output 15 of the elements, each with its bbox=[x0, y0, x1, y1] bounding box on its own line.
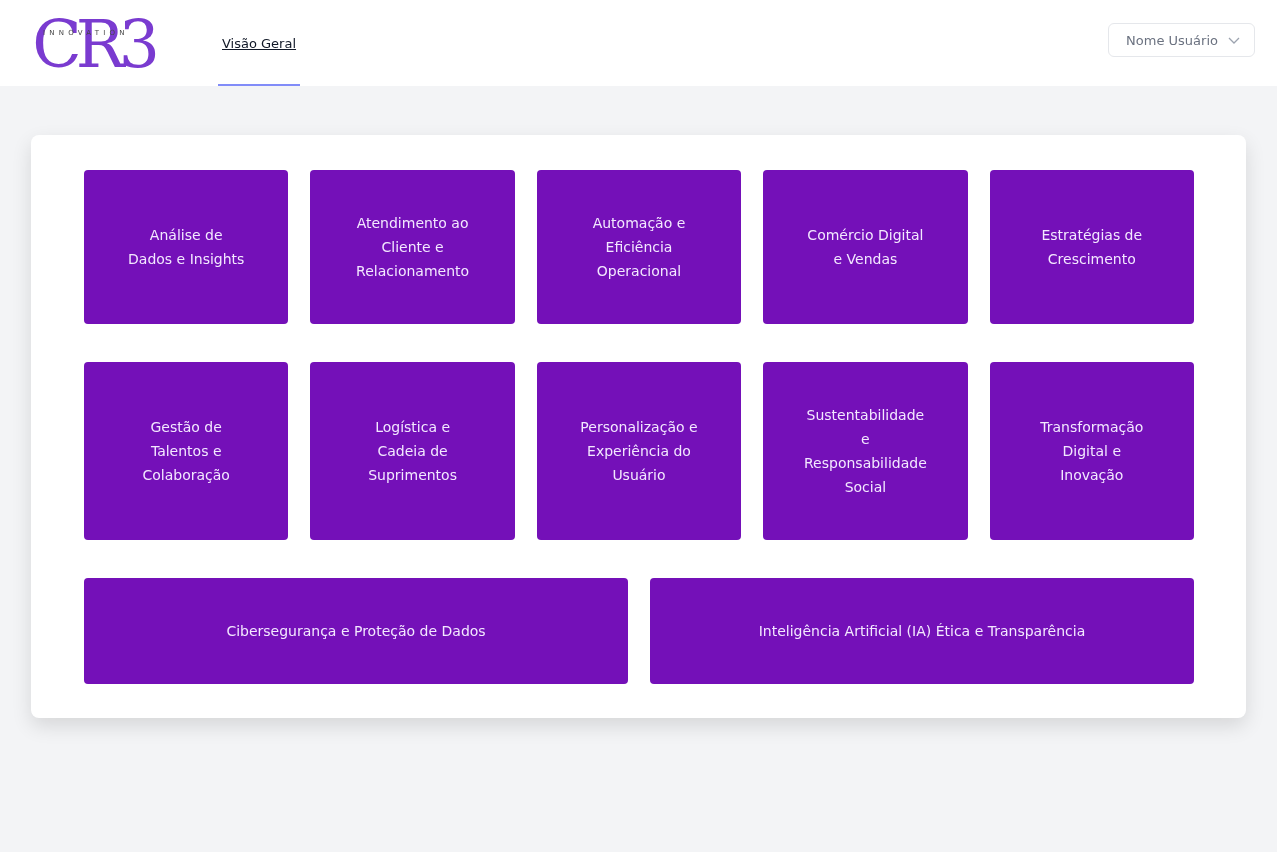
category-tile[interactable]: Análise de Dados e Insights bbox=[84, 170, 289, 324]
category-tile[interactable]: Inteligência Artificial (IA) Ética e Transparência bbox=[650, 578, 1194, 684]
category-tile[interactable]: Atendimento ao Cliente e Relacionamento bbox=[310, 170, 515, 324]
category-tile[interactable]: Personalização e Experiência do Usuário bbox=[536, 362, 742, 540]
category-tile[interactable]: Logística e Cadeia de Suprimentos bbox=[310, 362, 515, 540]
category-tile[interactable]: Transformação Digital e Inovação bbox=[989, 362, 1194, 540]
category-tile[interactable]: Gestão de Talentos e Colaboração bbox=[84, 362, 289, 540]
category-tile[interactable]: Sustentabilidade e Responsabilidade Social bbox=[763, 362, 968, 540]
user-menu[interactable]: Nome Usuário bbox=[1108, 23, 1255, 57]
category-tile[interactable]: Cibersegurança e Proteção de Dados bbox=[84, 578, 628, 684]
category-tile[interactable]: Estratégias de Crescimento bbox=[989, 170, 1194, 324]
category-tile[interactable]: Comércio Digital e Vendas bbox=[763, 170, 968, 324]
chevron-down-icon bbox=[1228, 36, 1240, 44]
category-tile[interactable]: Automação e Eficiência Operacional bbox=[536, 170, 742, 324]
nav-tab[interactable]: Visão Geral bbox=[218, 0, 301, 86]
